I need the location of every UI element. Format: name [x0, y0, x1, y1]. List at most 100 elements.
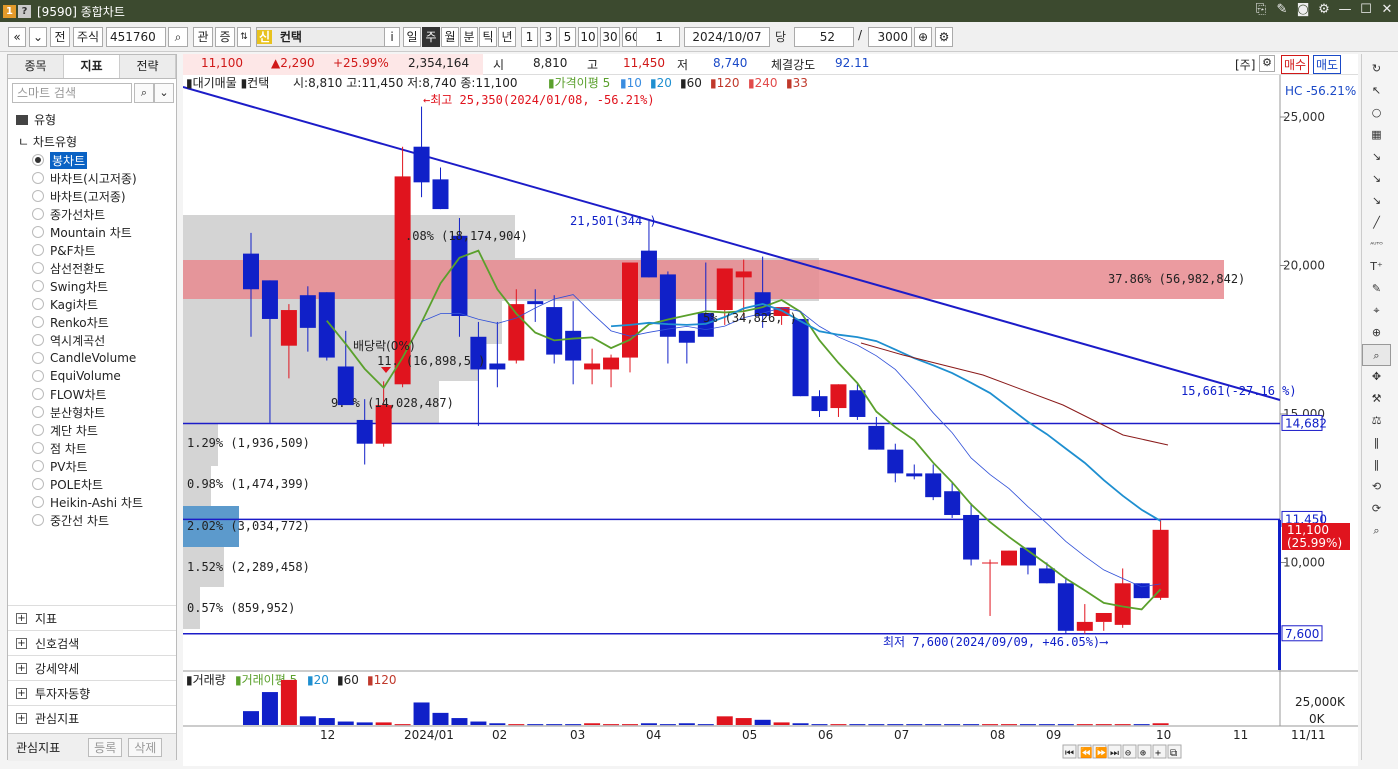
grid-icon[interactable]: ▦	[1362, 124, 1391, 146]
collapse-icon[interactable]: ⌄	[154, 83, 174, 103]
chart-type-item[interactable]: 중간선 차트	[32, 511, 143, 529]
bars-icon[interactable]: ‖	[1362, 432, 1391, 454]
updown-icon[interactable]: ⇅	[237, 27, 251, 47]
bars-icon[interactable]: ‖	[1362, 454, 1391, 476]
tab-strategy[interactable]: 전략	[120, 55, 176, 78]
help-badge[interactable]: ?	[18, 4, 31, 18]
crosshair-icon[interactable]: ⌖	[1362, 300, 1391, 322]
link-icon[interactable]: ⎘	[1254, 2, 1268, 17]
period-1[interactable]: 주	[422, 27, 440, 47]
chart-type-item[interactable]: PV차트	[32, 457, 143, 475]
radio-icon[interactable]	[32, 334, 44, 346]
section-1[interactable]: + 신호검색	[8, 630, 176, 655]
radio-icon[interactable]	[32, 208, 44, 220]
sell-button[interactable]: 매도	[1313, 55, 1342, 74]
expand-icon[interactable]: +	[16, 612, 27, 624]
chart-area[interactable]: 25,000 20,000 15,000 10,000 ▮대기매물 ▮컨택 시:8,810…	[182, 75, 1358, 766]
history-dropdown[interactable]: ⌄	[29, 27, 47, 47]
chart-type-item[interactable]: Swing차트	[32, 277, 143, 295]
count-input[interactable]: 52	[794, 27, 854, 47]
magnifier-icon[interactable]: ⌕	[1362, 344, 1391, 366]
expand-icon[interactable]: +	[16, 712, 27, 724]
buy-button[interactable]: 매수	[1281, 55, 1310, 74]
delete-button[interactable]: 삭제	[128, 738, 163, 757]
price-chart-svg[interactable]: 25,00020,00015,00010,000▮대기매물 ▮컨택 시:8,810…	[182, 75, 1358, 766]
radio-icon[interactable]	[32, 316, 44, 328]
chart-type-item[interactable]: 역시계곡선	[32, 331, 143, 349]
chart-type-item[interactable]: 바차트(시고저종)	[32, 169, 143, 187]
trendline-icon[interactable]: ↘	[1362, 146, 1391, 168]
section-2[interactable]: + 강세약세	[8, 655, 176, 680]
radio-icon[interactable]	[32, 514, 44, 526]
zoom-icon[interactable]: ⊕	[914, 27, 932, 47]
pen-icon[interactable]: ✎	[1362, 278, 1391, 300]
type-folder[interactable]: 유형	[16, 111, 56, 128]
radio-icon[interactable]	[32, 298, 44, 310]
radio-icon[interactable]	[32, 424, 44, 436]
tab-indicators[interactable]: 지표	[64, 55, 120, 78]
settings-icon[interactable]: ⚙	[935, 27, 953, 47]
radio-icon[interactable]	[32, 460, 44, 472]
chart-type-item[interactable]: Renko차트	[32, 313, 143, 331]
period-3[interactable]: 분	[460, 27, 478, 47]
chart-type-item[interactable]: POLE차트	[32, 475, 143, 493]
chart-type-item[interactable]: 삼선전환도	[32, 259, 143, 277]
date-input[interactable]: 2024/10/07	[684, 27, 770, 47]
settings-icon[interactable]: ⚙	[1259, 55, 1275, 72]
all-button[interactable]: 전	[50, 27, 70, 47]
radio-icon[interactable]	[32, 226, 44, 238]
chart-type-item[interactable]: 바차트(고저종)	[32, 187, 143, 205]
redo-icon[interactable]: ⟳	[1362, 498, 1391, 520]
chart-type-item[interactable]: Mountain 차트	[32, 223, 143, 241]
chart-type-item[interactable]: 종가선차트	[32, 205, 143, 223]
expand-icon[interactable]: +	[16, 687, 27, 699]
radio-icon[interactable]	[32, 280, 44, 292]
minimize-icon[interactable]: —	[1338, 2, 1352, 17]
info-button[interactable]: i	[384, 27, 400, 47]
radio-icon[interactable]	[32, 190, 44, 202]
section-3[interactable]: + 투자자동향	[8, 680, 176, 705]
ray-icon[interactable]: ↘	[1362, 168, 1391, 190]
radio-icon[interactable]	[32, 154, 44, 166]
register-button[interactable]: 등록	[88, 738, 123, 757]
period-4[interactable]: 틱	[479, 27, 497, 47]
zoom-in-icon[interactable]: ⊕	[1362, 322, 1391, 344]
chart-type-item[interactable]: Heikin-Ashi 차트	[32, 493, 143, 511]
chart-type-item[interactable]: FLOW차트	[32, 385, 143, 403]
expand-icon[interactable]: +	[16, 637, 27, 649]
move-icon[interactable]: ✥	[1362, 366, 1391, 388]
prev-button[interactable]: «	[8, 27, 26, 47]
interval-3[interactable]: 3	[540, 27, 557, 47]
section-4[interactable]: + 관심지표	[8, 705, 176, 730]
radio-icon[interactable]	[32, 406, 44, 418]
chart-type-item[interactable]: EquiVolume	[32, 367, 143, 385]
search-icon[interactable]: ⌕	[168, 27, 188, 47]
tool-icon[interactable]: ⚒	[1362, 388, 1391, 410]
radio-icon[interactable]	[32, 352, 44, 364]
radio-icon[interactable]	[32, 442, 44, 454]
interval-select[interactable]: 1	[636, 27, 680, 47]
edit-icon[interactable]: ✎	[1275, 2, 1289, 17]
undo-icon[interactable]: ⟲	[1362, 476, 1391, 498]
radio-icon[interactable]	[32, 388, 44, 400]
interval-5[interactable]: 5	[559, 27, 576, 47]
radio-icon[interactable]	[32, 478, 44, 490]
chart-type-item[interactable]: CandleVolume	[32, 349, 143, 367]
period-0[interactable]: 일	[403, 27, 421, 47]
zoom-icon[interactable]: ⌕	[1362, 520, 1391, 542]
stock-code-input[interactable]: 451760	[106, 27, 166, 47]
settings-icon[interactable]: ⚙	[1317, 2, 1331, 17]
chart-type-item[interactable]: 점 차트	[32, 439, 143, 457]
cursor-icon[interactable]: ↖	[1362, 80, 1391, 102]
arrow-icon[interactable]: ↘	[1362, 190, 1391, 212]
radio-icon[interactable]	[32, 262, 44, 274]
chart-type-item[interactable]: 계단 차트	[32, 421, 143, 439]
unit-label[interactable]: [주]	[1235, 56, 1255, 73]
interval-30[interactable]: 30	[600, 27, 620, 47]
smart-search-input[interactable]: 스마트 검색	[12, 83, 132, 103]
max-count-input[interactable]: 3000	[868, 27, 912, 47]
tab-stocks[interactable]: 종목	[8, 55, 64, 78]
section-0[interactable]: + 지표	[8, 605, 176, 630]
circle-icon[interactable]: ○	[1362, 102, 1391, 124]
expand-icon[interactable]: +	[16, 662, 27, 674]
